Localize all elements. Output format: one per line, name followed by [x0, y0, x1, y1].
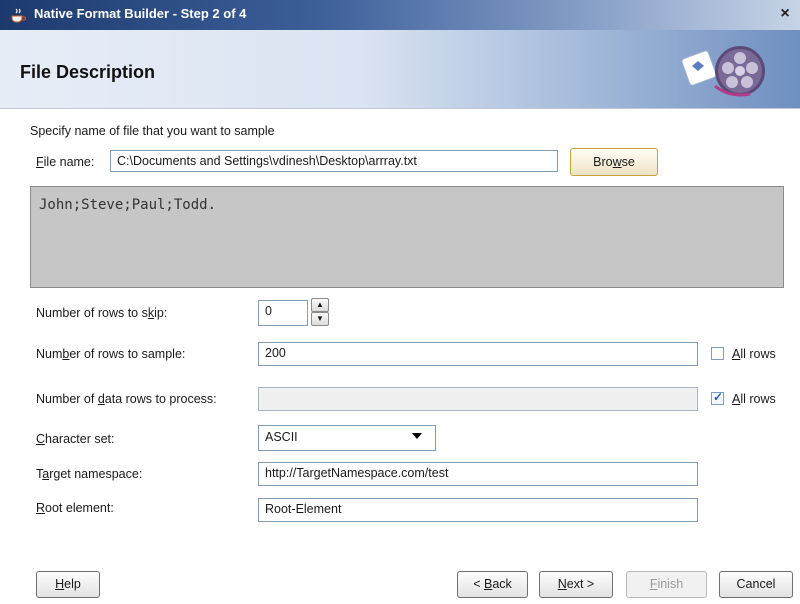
all-rows-sample-label: All rows	[732, 347, 776, 361]
java-cup-icon	[11, 8, 26, 23]
spinner-down-icon[interactable]: ▼	[311, 312, 329, 326]
root-element-input[interactable]: Root-Element	[258, 498, 698, 522]
data-rows-label: Number of data rows to process:	[36, 392, 217, 406]
chevron-down-icon[interactable]	[412, 433, 422, 439]
finish-button[interactable]: Finish	[626, 571, 707, 598]
browse-button[interactable]: Browse	[570, 148, 658, 176]
cancel-button[interactable]: Cancel	[719, 571, 793, 598]
root-element-label: Root element:	[36, 501, 114, 515]
rows-to-sample-label: Number of rows to sample:	[36, 347, 186, 361]
file-name-input[interactable]: C:\Documents and Settings\vdinesh\Deskto…	[110, 150, 558, 172]
window-title: Native Format Builder - Step 2 of 4	[34, 6, 247, 21]
target-namespace-label: Target namespace:	[36, 467, 143, 481]
all-rows-data-checkbox[interactable]	[711, 390, 724, 405]
rows-to-sample-input[interactable]: 200	[258, 342, 698, 366]
file-preview-area: John;Steve;Paul;Todd.	[30, 186, 784, 288]
all-rows-sample-checkbox[interactable]	[711, 347, 724, 360]
all-rows-data-label: All rows	[732, 392, 776, 406]
file-name-label: File name:	[36, 155, 95, 169]
back-button[interactable]: < Back	[457, 571, 528, 598]
charset-select[interactable]: ASCII	[258, 425, 436, 451]
rows-to-skip-input[interactable]: 0	[258, 300, 308, 326]
target-namespace-input[interactable]: http://TargetNamespace.com/test	[258, 462, 698, 486]
data-rows-input[interactable]	[258, 387, 698, 411]
rows-to-skip-label: Number of rows to skip:	[36, 306, 168, 320]
spinner-up-icon[interactable]: ▲	[311, 298, 329, 312]
rows-to-skip-spinner[interactable]: ▲ ▼	[311, 298, 329, 326]
help-button[interactable]: Help	[36, 571, 100, 598]
film-reel-icon	[681, 46, 765, 97]
close-icon[interactable]: ×	[775, 4, 795, 24]
charset-label: Character set:	[36, 432, 115, 446]
instructions-text: Specify name of file that you want to sa…	[30, 124, 275, 138]
page-title: File Description	[20, 62, 156, 82]
next-button[interactable]: Next >	[539, 571, 613, 598]
